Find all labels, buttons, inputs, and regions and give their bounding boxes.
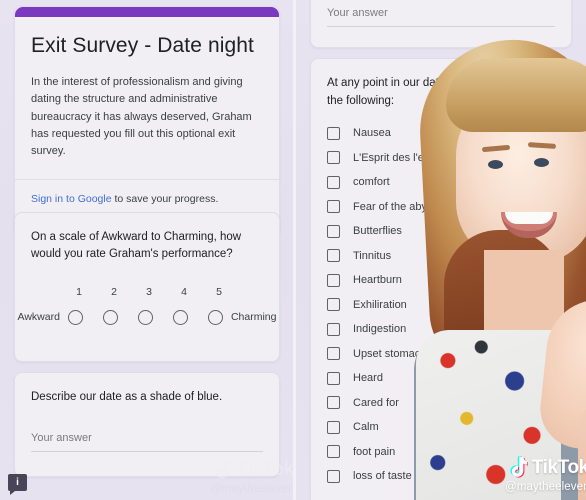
- checkbox-icon[interactable]: [327, 371, 340, 385]
- tiktok-logo-row-right: TikTok: [506, 456, 586, 480]
- checkbox-label: Cared for: [353, 396, 399, 409]
- question-card-linear-scale: On a scale of Awkward to Charming, how w…: [14, 212, 280, 362]
- tiktok-watermark-right: TikTok @maytheeleven: [505, 456, 586, 493]
- form-description: In the interest of professionalism and g…: [31, 75, 252, 158]
- question-card-short-answer-partial: Your answer: [310, 0, 572, 48]
- checkbox-option-comfort[interactable]: comfort: [327, 175, 555, 189]
- question-title-checkboxes: At any point in our date, did you experi…: [327, 77, 549, 107]
- scale-radio-group[interactable]: [67, 309, 223, 325]
- checkbox-option-fear-of-the-abyss[interactable]: Fear of the abyss: [327, 200, 555, 214]
- tiktok-watermark-left: TikTok @maytheeleven: [210, 458, 293, 495]
- scale-radio-3[interactable]: [137, 309, 153, 325]
- checkbox-option-lesprit-des-lescalier[interactable]: L'Esprit des l'escalier: [327, 151, 555, 165]
- checkbox-icon[interactable]: [327, 200, 340, 214]
- tiktok-username-left: @maytheeleven: [210, 483, 293, 495]
- form-accent-bar: [15, 7, 279, 17]
- linear-scale-row: Awkward Charming: [18, 309, 276, 325]
- tiktok-logo-row-left: TikTok: [211, 458, 293, 482]
- page-title: Exit Survey - Date night: [31, 34, 254, 57]
- checkbox-icon[interactable]: [327, 249, 340, 263]
- short-answer-input-partial[interactable]: Your answer: [327, 7, 555, 27]
- info-chip-label: i: [16, 476, 19, 488]
- checkbox-icon[interactable]: [327, 469, 340, 483]
- checkbox-body: At any point in our date, did you experi…: [311, 59, 571, 500]
- checkbox-icon[interactable]: [327, 298, 340, 312]
- short-answer-body: Describe our date as a shade of blue. Yo…: [15, 373, 279, 470]
- checkbox-label: Butterflies: [353, 225, 402, 238]
- scale-number: 4: [181, 285, 187, 298]
- tiktok-note-icon: [216, 459, 233, 479]
- linear-scale-body: On a scale of Awkward to Charming, how w…: [15, 213, 279, 343]
- checkbox-option-butterflies[interactable]: Butterflies: [327, 224, 555, 238]
- checkbox-label: Exhiliration: [353, 298, 407, 311]
- checkbox-option-heartburn[interactable]: Heartburn: [327, 273, 555, 287]
- checkbox-label: Heartburn: [353, 274, 402, 287]
- tiktok-wordmark-right: TikTok: [531, 457, 586, 478]
- checkbox-icon[interactable]: [327, 420, 340, 434]
- question-title-linear-scale: On a scale of Awkward to Charming, how w…: [31, 231, 242, 261]
- checkbox-label: comfort: [353, 176, 390, 189]
- scale-radio-4[interactable]: [172, 309, 188, 325]
- checkbox-label: Heard: [353, 372, 383, 385]
- checkbox-icon[interactable]: [327, 224, 340, 238]
- scale-radio-5[interactable]: [207, 309, 223, 325]
- short-answer-input[interactable]: Your answer: [31, 432, 263, 453]
- checkbox-option-exhiliration[interactable]: Exhiliration: [327, 298, 555, 312]
- scale-number: 5: [216, 285, 222, 298]
- checkbox-option-upset-stomach[interactable]: Upset stomach: [327, 347, 555, 361]
- tiktok-wordmark-left: TikTok: [236, 459, 293, 480]
- checkbox-option-calm[interactable]: Calm: [327, 420, 555, 434]
- scale-number: 2: [111, 285, 117, 298]
- scale-low-label: Awkward: [17, 311, 60, 324]
- linear-scale-numbers: 1 2 3 4 5: [33, 286, 261, 298]
- scale-number: 1: [76, 285, 82, 298]
- video-frame-right: Your answer At any point in our date, di…: [296, 0, 586, 500]
- scale-radio-2[interactable]: [102, 309, 118, 325]
- checkbox-label: Upset stomach: [353, 347, 427, 360]
- checkbox-icon[interactable]: [327, 175, 340, 189]
- checkbox-icon[interactable]: [327, 151, 340, 165]
- checkbox-label: Nausea: [353, 127, 391, 140]
- info-tooltip-chip[interactable]: i: [8, 474, 27, 495]
- scale-radio-1[interactable]: [67, 309, 83, 325]
- checkbox-label: Calm: [353, 421, 379, 434]
- sign-in-to-google-link[interactable]: Sign in to Google: [31, 193, 112, 205]
- signin-notice-text: to save your progress.: [111, 192, 219, 205]
- checkbox-icon[interactable]: [327, 126, 340, 140]
- checkbox-label: Fear of the abyss: [353, 200, 438, 213]
- checkbox-icon[interactable]: [327, 445, 340, 459]
- question-card-checkboxes: At any point in our date, did you experi…: [310, 58, 572, 500]
- panel-divider: [293, 0, 296, 500]
- checkbox-option-cared-for[interactable]: Cared for: [327, 396, 555, 410]
- checkbox-option-list: Nausea L'Esprit des l'escalier comfort F…: [327, 126, 555, 483]
- checkbox-icon[interactable]: [327, 273, 340, 287]
- linear-scale-widget: 1 2 3 4 5 Awkward Charming: [18, 286, 276, 325]
- checkbox-option-tinnitus[interactable]: Tinnitus: [327, 249, 555, 263]
- form-header-body: Exit Survey - Date night In the interest…: [15, 17, 279, 179]
- short-answer-partial-body: Your answer: [311, 0, 571, 45]
- form-header-card: Exit Survey - Date night In the interest…: [14, 6, 280, 239]
- checkbox-icon[interactable]: [327, 322, 340, 336]
- checkbox-option-nausea[interactable]: Nausea: [327, 126, 555, 140]
- checkbox-label: L'Esprit des l'escalier: [353, 151, 456, 164]
- scale-high-label: Charming: [230, 311, 277, 324]
- checkbox-option-indigestion[interactable]: Indigestion: [327, 322, 555, 336]
- video-frame-left: Exit Survey - Date night In the interest…: [0, 0, 293, 500]
- checkbox-icon[interactable]: [327, 396, 340, 410]
- checkbox-label: Tinnitus: [353, 249, 392, 262]
- screenshot-root: Exit Survey - Date night In the interest…: [0, 0, 586, 500]
- question-title-short-answer: Describe our date as a shade of blue.: [31, 391, 223, 403]
- checkbox-label: Indigestion: [353, 323, 407, 336]
- checkbox-label: foot pain: [353, 445, 396, 458]
- scale-number: 3: [146, 285, 152, 298]
- checkbox-icon[interactable]: [327, 347, 340, 361]
- tiktok-note-icon: [510, 456, 528, 478]
- checkbox-label: loss of taste or sm: [353, 470, 443, 483]
- tiktok-username-right: @maytheeleven: [505, 481, 586, 493]
- checkbox-option-heard[interactable]: Heard: [327, 371, 555, 385]
